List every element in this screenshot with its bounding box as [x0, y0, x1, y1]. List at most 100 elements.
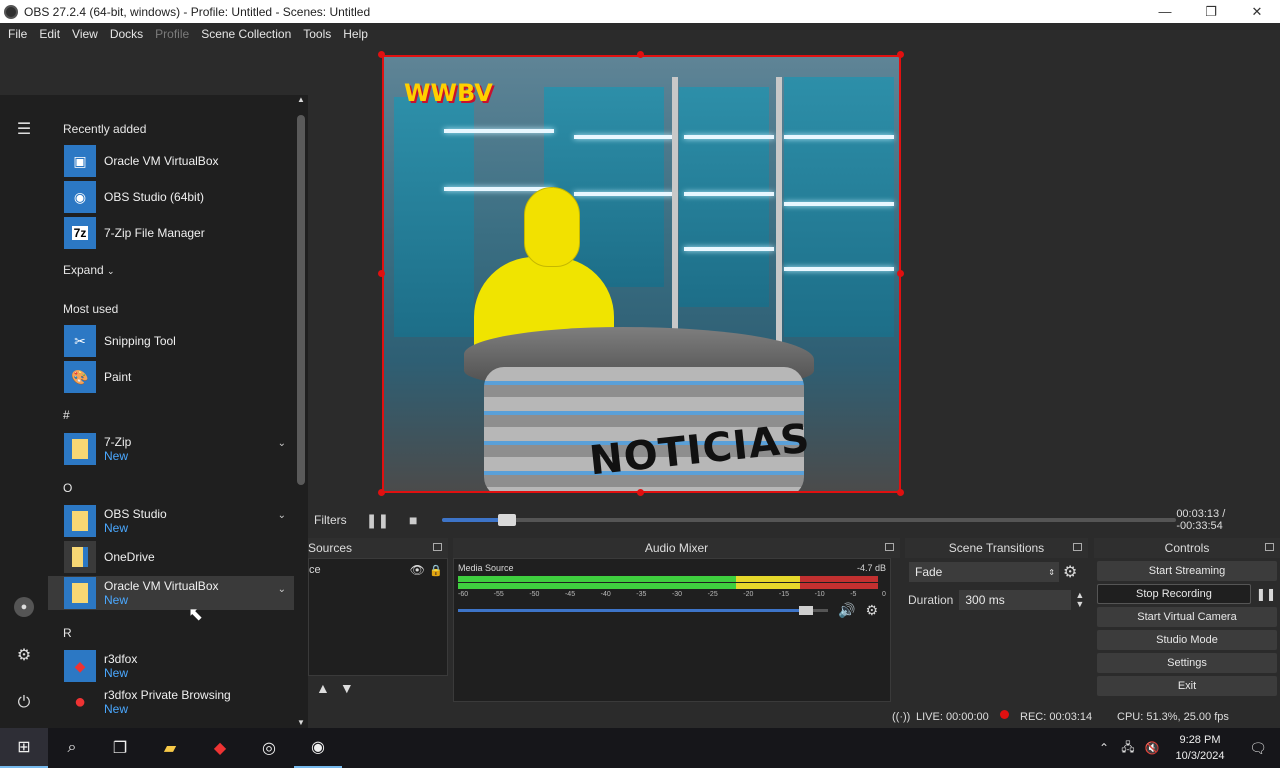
resize-handle[interactable]: [897, 489, 904, 496]
menu-file[interactable]: File: [2, 27, 33, 41]
task-view-icon[interactable]: ❐: [96, 728, 144, 768]
most-used-heading: Most used: [63, 302, 119, 316]
hamburger-icon[interactable]: ☰: [14, 119, 34, 139]
filters-button[interactable]: Filters: [310, 513, 365, 527]
app-item-obs-studio-64bit[interactable]: ◉ OBS Studio (64bit): [48, 179, 294, 215]
power-icon[interactable]: ⏻: [14, 693, 34, 713]
menu-edit[interactable]: Edit: [33, 27, 66, 41]
dock-float-icon[interactable]: [433, 543, 442, 551]
seek-bar[interactable]: [442, 514, 1177, 526]
file-explorer-icon[interactable]: ▰: [146, 728, 194, 768]
resize-handle[interactable]: [637, 51, 644, 58]
preview-canvas[interactable]: NOTICIAS WWBV: [382, 55, 901, 493]
move-up-icon[interactable]: ▲: [316, 680, 330, 696]
settings-gear-icon[interactable]: ⚙: [14, 645, 34, 665]
app-name: Oracle VM VirtualBox: [104, 579, 219, 593]
scroll-down-icon[interactable]: ▼: [297, 718, 305, 727]
app-item-paint[interactable]: 🎨 Paint: [48, 359, 294, 395]
menu-bar: File Edit View Docks Profile Scene Colle…: [0, 23, 1280, 45]
menu-docks[interactable]: Docks: [104, 27, 149, 41]
app-item-r3dfox[interactable]: ◆ r3dfox New: [48, 647, 294, 685]
start-virtual-camera-button[interactable]: Start Virtual Camera: [1097, 607, 1277, 627]
menu-scene-collection[interactable]: Scene Collection: [195, 27, 297, 41]
chevron-up-icon[interactable]: ⌃: [1092, 741, 1116, 755]
windows-start-icon[interactable]: ⊞: [0, 728, 48, 768]
exit-button[interactable]: Exit: [1097, 676, 1277, 696]
menu-tools[interactable]: Tools: [297, 27, 337, 41]
app-item-obs-studio[interactable]: OBS Studio New ⌄: [48, 502, 294, 540]
lock-icon[interactable]: 🔒: [429, 564, 443, 577]
menu-profile[interactable]: Profile: [149, 27, 195, 41]
scroll-thumb[interactable]: [297, 115, 305, 485]
resize-handle[interactable]: [897, 270, 904, 277]
stepper-icon[interactable]: ▲ ▼: [1075, 591, 1084, 609]
resize-handle[interactable]: [378, 489, 385, 496]
gear-icon[interactable]: ⚙: [1063, 562, 1077, 582]
notifications-icon[interactable]: 🗨: [1236, 740, 1280, 757]
dock-float-icon[interactable]: [1073, 543, 1082, 551]
resize-handle[interactable]: [897, 51, 904, 58]
chevron-down-icon[interactable]: ⌄: [278, 584, 286, 595]
seek-handle[interactable]: [497, 514, 516, 526]
app-item-snipping-tool[interactable]: ✂ Snipping Tool: [48, 323, 294, 359]
group-letter[interactable]: #: [63, 408, 70, 422]
start-streaming-button[interactable]: Start Streaming: [1097, 561, 1277, 581]
volume-slider[interactable]: [458, 606, 828, 615]
stop-recording-button[interactable]: Stop Recording: [1097, 584, 1251, 604]
settings-button[interactable]: Settings: [1097, 653, 1277, 673]
resize-handle[interactable]: [378, 270, 385, 277]
meter-tick-label: -55: [493, 591, 504, 598]
search-icon[interactable]: ⌕: [48, 728, 96, 768]
scroll-up-icon[interactable]: ▲: [297, 95, 305, 104]
speaker-icon[interactable]: 🔊: [838, 602, 855, 619]
volume-icon[interactable]: 🔇: [1140, 741, 1164, 755]
studio-mode-button[interactable]: Studio Mode: [1097, 630, 1277, 650]
app-name: Snipping Tool: [104, 334, 176, 348]
app-item-oracle-vm-virtualbox[interactable]: ▣ Oracle VM VirtualBox: [48, 143, 294, 179]
stop-icon[interactable]: ■: [400, 510, 426, 530]
volume-handle[interactable]: [799, 606, 814, 615]
eye-icon[interactable]: 👁: [410, 563, 425, 577]
taskbar: ⊞ ⌕ ❐ ▰ ◆ ◎ ◉ ⌃ 🖧 🔇 9:28 PM 10/3/2024 🗨: [0, 728, 1280, 768]
user-avatar-icon[interactable]: ●: [14, 597, 34, 617]
app-item-7zip[interactable]: 7-Zip New ⌄: [48, 430, 294, 468]
source-item[interactable]: ce 👁 🔒: [309, 561, 447, 579]
app-item-onedrive[interactable]: OneDrive: [48, 539, 294, 575]
remaining-time: -00:33:54: [1176, 520, 1223, 532]
pause-icon[interactable]: ❚❚: [365, 510, 391, 530]
scene-light-stripe: [444, 129, 554, 133]
app-item-oracle-vm-virtualbox-folder[interactable]: Oracle VM VirtualBox New ⌄: [48, 576, 294, 610]
dock-float-icon[interactable]: [1265, 543, 1274, 551]
chevron-down-icon[interactable]: ⌄: [278, 510, 286, 521]
gear-icon[interactable]: ⚙: [865, 602, 878, 619]
app-item-7zip-file-manager[interactable]: 7z 7-Zip File Manager: [48, 215, 294, 251]
r3dfox-taskbar-icon[interactable]: ◆: [196, 728, 244, 768]
start-scrollbar[interactable]: ▲ ▼: [296, 95, 306, 727]
start-app-list: Recently added ▣ Oracle VM VirtualBox ◉ …: [48, 95, 294, 728]
network-icon[interactable]: 🖧: [1116, 738, 1140, 759]
obs-app-icon: [4, 4, 18, 19]
clock[interactable]: 9:28 PM 10/3/2024: [1164, 732, 1236, 764]
dock-float-icon[interactable]: [885, 543, 894, 551]
minimize-button[interactable]: —: [1142, 0, 1188, 23]
group-letter[interactable]: O: [63, 481, 72, 495]
menu-view[interactable]: View: [66, 27, 104, 41]
duration-input[interactable]: 300 ms: [959, 590, 1072, 610]
resize-handle[interactable]: [637, 489, 644, 496]
close-button[interactable]: ✕: [1234, 0, 1280, 23]
group-letter[interactable]: R: [63, 626, 72, 640]
expand-button[interactable]: Expand ⌄: [63, 263, 115, 277]
pause-recording-icon[interactable]: ❚❚: [1256, 587, 1276, 601]
transition-select[interactable]: Fade ⇕: [909, 562, 1059, 582]
move-down-icon[interactable]: ▼: [340, 680, 354, 696]
chevron-down-icon[interactable]: ⌄: [278, 438, 286, 449]
obs-taskbar-icon[interactable]: ◎: [245, 728, 293, 768]
recently-added-heading: Recently added: [63, 122, 147, 136]
maximize-button[interactable]: ❐: [1188, 0, 1234, 23]
resize-handle[interactable]: [378, 51, 385, 58]
menu-help[interactable]: Help: [337, 27, 374, 41]
scene-pillar: [776, 77, 782, 357]
obs-recording-taskbar-icon[interactable]: ◉: [294, 728, 342, 768]
start-rail: ☰ ● ⚙ ⏻: [0, 95, 48, 728]
app-item-r3dfox-private-browsing[interactable]: ● r3dfox Private Browsing New: [48, 683, 294, 721]
